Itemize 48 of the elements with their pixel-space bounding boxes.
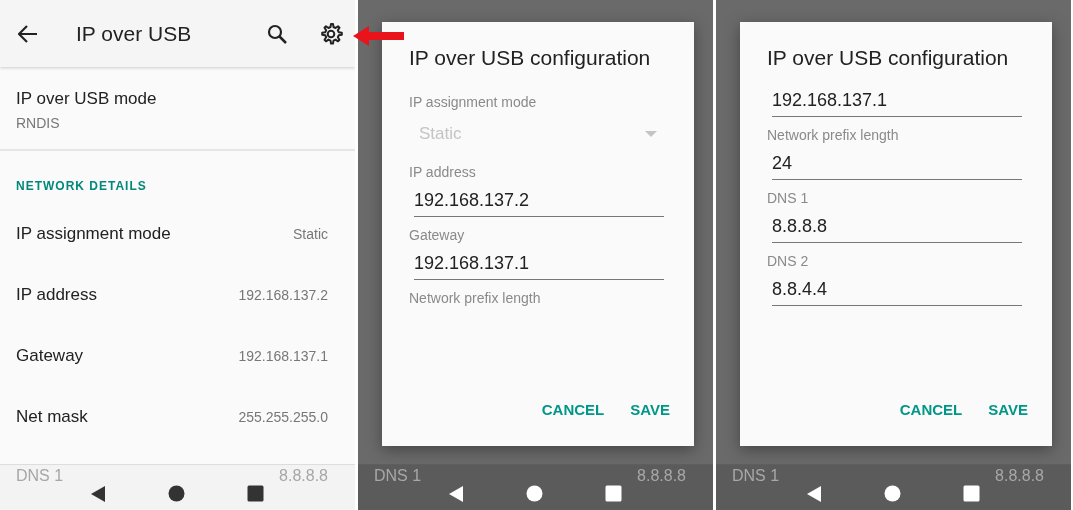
list-item-value: 8.8.8.8	[995, 467, 1044, 485]
list-item-label[interactable]: Gateway	[16, 345, 84, 366]
back-arrow-icon[interactable]	[18, 24, 38, 43]
dialog-button[interactable]: CANCEL	[893, 393, 969, 426]
search-icon[interactable]	[267, 23, 287, 44]
input-field[interactable]: 8.8.4.4	[772, 273, 1022, 306]
dialog-title: IP over USB configuration	[409, 46, 652, 70]
field-label: DNS 1	[767, 190, 809, 206]
field-label: Gateway	[409, 227, 465, 243]
input-field[interactable]: 8.8.8.8	[772, 210, 1022, 243]
list-item-value: 192.168.137.1	[238, 347, 328, 364]
list-item-value: 192.168.137.2	[238, 286, 328, 303]
recents-icon[interactable]	[247, 485, 265, 502]
input-field[interactable]: 192.168.137.1	[772, 84, 1022, 117]
field-label: Network prefix length	[767, 127, 899, 143]
dialog-title: IP over USB configuration	[767, 46, 1010, 70]
preference-title[interactable]: IP over USB mode	[16, 89, 157, 109]
home-icon[interactable]	[884, 485, 902, 502]
dialog-button[interactable]: SAVE	[982, 393, 1034, 426]
recents-icon[interactable]	[605, 485, 623, 502]
input-field[interactable]: 192.168.137.2	[414, 184, 664, 217]
input-field[interactable]: 24	[772, 147, 1022, 180]
home-icon[interactable]	[526, 485, 544, 502]
app-bar-title: IP over USB	[76, 21, 193, 46]
section-header: NETWORK DETAILS	[15, 178, 148, 195]
list-item-value: 8.8.8.8	[637, 467, 686, 485]
field-label: IP address	[409, 164, 476, 180]
caret-icon	[645, 131, 657, 137]
field-label: Network prefix length	[409, 290, 541, 306]
field-label: IP assignment mode	[409, 94, 537, 110]
list-item-label: DNS 1	[732, 467, 780, 485]
recents-icon[interactable]	[963, 485, 981, 502]
dialog-button[interactable]: CANCEL	[535, 393, 611, 426]
list-item-value: 255.255.255.0	[238, 408, 328, 425]
list-item-label[interactable]: Net mask	[16, 406, 88, 427]
list-item-value: Static	[293, 225, 328, 242]
list-item-label: DNS 1	[16, 467, 64, 485]
field-label: DNS 2	[767, 253, 809, 269]
list-item-label[interactable]: IP address	[16, 284, 97, 305]
list-item-value: 8.8.8.8	[279, 467, 328, 485]
preference-summary: RNDIS	[16, 115, 60, 131]
home-icon[interactable]	[168, 485, 186, 502]
settings-icon[interactable]	[319, 21, 343, 46]
list-item-label: DNS 1	[374, 467, 422, 485]
dialog-button[interactable]: SAVE	[624, 393, 676, 426]
input-field[interactable]: 192.168.137.1	[414, 247, 664, 280]
pointer-arrow	[353, 26, 404, 46]
list-item-label[interactable]: IP assignment mode	[16, 223, 171, 244]
